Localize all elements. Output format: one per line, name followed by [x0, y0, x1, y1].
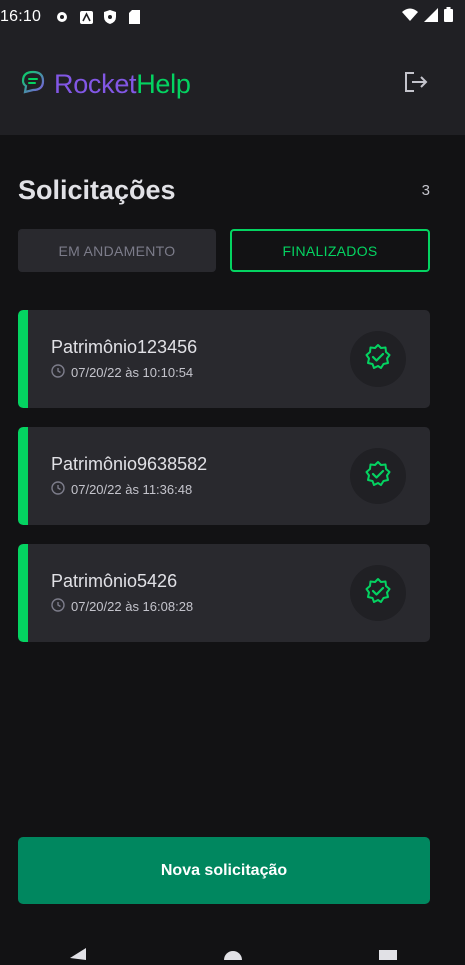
shield-icon [103, 10, 117, 24]
order-date: 07/20/22 às 11:36:48 [71, 482, 193, 497]
order-date: 07/20/22 às 10:10:54 [71, 365, 194, 380]
system-nav-bar [0, 932, 465, 965]
order-meta: 07/20/22 às 11:36:48 [51, 481, 350, 498]
order-date: 07/20/22 às 16:08:28 [71, 599, 194, 614]
brand-logo: RocketHelp [20, 69, 191, 100]
app-a-icon [79, 10, 93, 24]
status-filters: EM ANDAMENTO FINALIZADOS [18, 229, 430, 272]
check-seal-icon [364, 577, 392, 610]
order-status-badge [350, 448, 406, 504]
order-status-badge [350, 331, 406, 387]
request-count: 3 [421, 182, 430, 199]
status-time: 16:10 [0, 8, 42, 25]
check-seal-icon [364, 460, 392, 493]
page-title: Solicitações [18, 175, 176, 205]
status-bar-indicator [18, 544, 28, 642]
recents-icon [378, 947, 397, 965]
clock-icon [51, 364, 65, 381]
sign-out-icon [403, 70, 429, 99]
battery-icon [444, 7, 453, 27]
brand-name-rocket: Rocket [54, 69, 137, 99]
status-bar-indicator [18, 427, 28, 525]
order-status-badge [350, 565, 406, 621]
filter-finished-button[interactable]: FINALIZADOS [230, 229, 430, 272]
filter-in-progress-button[interactable]: EM ANDAMENTO [18, 229, 216, 272]
system-icons [402, 7, 453, 27]
status-bar-indicator [18, 310, 28, 408]
order-meta: 07/20/22 às 16:08:28 [51, 598, 350, 615]
notification-icons [55, 10, 141, 24]
brand-name: RocketHelp [54, 69, 191, 100]
new-request-button[interactable]: Nova solicitação [18, 837, 430, 904]
brand-name-help: Help [136, 69, 191, 99]
order-patrimony: Patrimônio123456 [51, 337, 198, 357]
title-row: Solicitações 3 [18, 175, 430, 206]
sd-card-icon [127, 10, 141, 24]
back-button[interactable] [67, 948, 89, 965]
order-card[interactable]: Patrimônio5426 07/20/22 às 16:08:28 [18, 544, 430, 642]
order-card[interactable]: Patrimônio9638582 07/20/22 às 11:36:48 [18, 427, 430, 525]
back-icon [69, 947, 86, 965]
order-info: Patrimônio9638582 07/20/22 às 11:36:48 [28, 454, 350, 498]
signal-icon [424, 7, 438, 27]
order-meta: 07/20/22 às 10:10:54 [51, 364, 350, 381]
orders-list: Patrimônio123456 07/20/22 às 10:10:54 Pa… [18, 310, 430, 661]
settings-icon [55, 10, 69, 24]
clock-icon [51, 481, 65, 498]
order-info: Patrimônio5426 07/20/22 às 16:08:28 [28, 571, 350, 615]
logout-button[interactable] [401, 70, 431, 100]
home-icon [223, 947, 242, 965]
wifi-icon [402, 8, 418, 26]
order-info: Patrimônio123456 07/20/22 às 10:10:54 [28, 337, 350, 381]
home-button[interactable] [222, 951, 244, 965]
order-patrimony: Patrimônio9638582 [51, 454, 208, 474]
recents-button[interactable] [377, 950, 399, 965]
app-header: RocketHelp [0, 34, 465, 135]
check-seal-icon [364, 343, 392, 376]
chat-bubble-icon [20, 69, 46, 100]
order-patrimony: Patrimônio5426 [51, 571, 178, 591]
clock-icon [51, 598, 65, 615]
order-card[interactable]: Patrimônio123456 07/20/22 às 10:10:54 [18, 310, 430, 408]
status-bar: 16:10 [0, 0, 465, 34]
